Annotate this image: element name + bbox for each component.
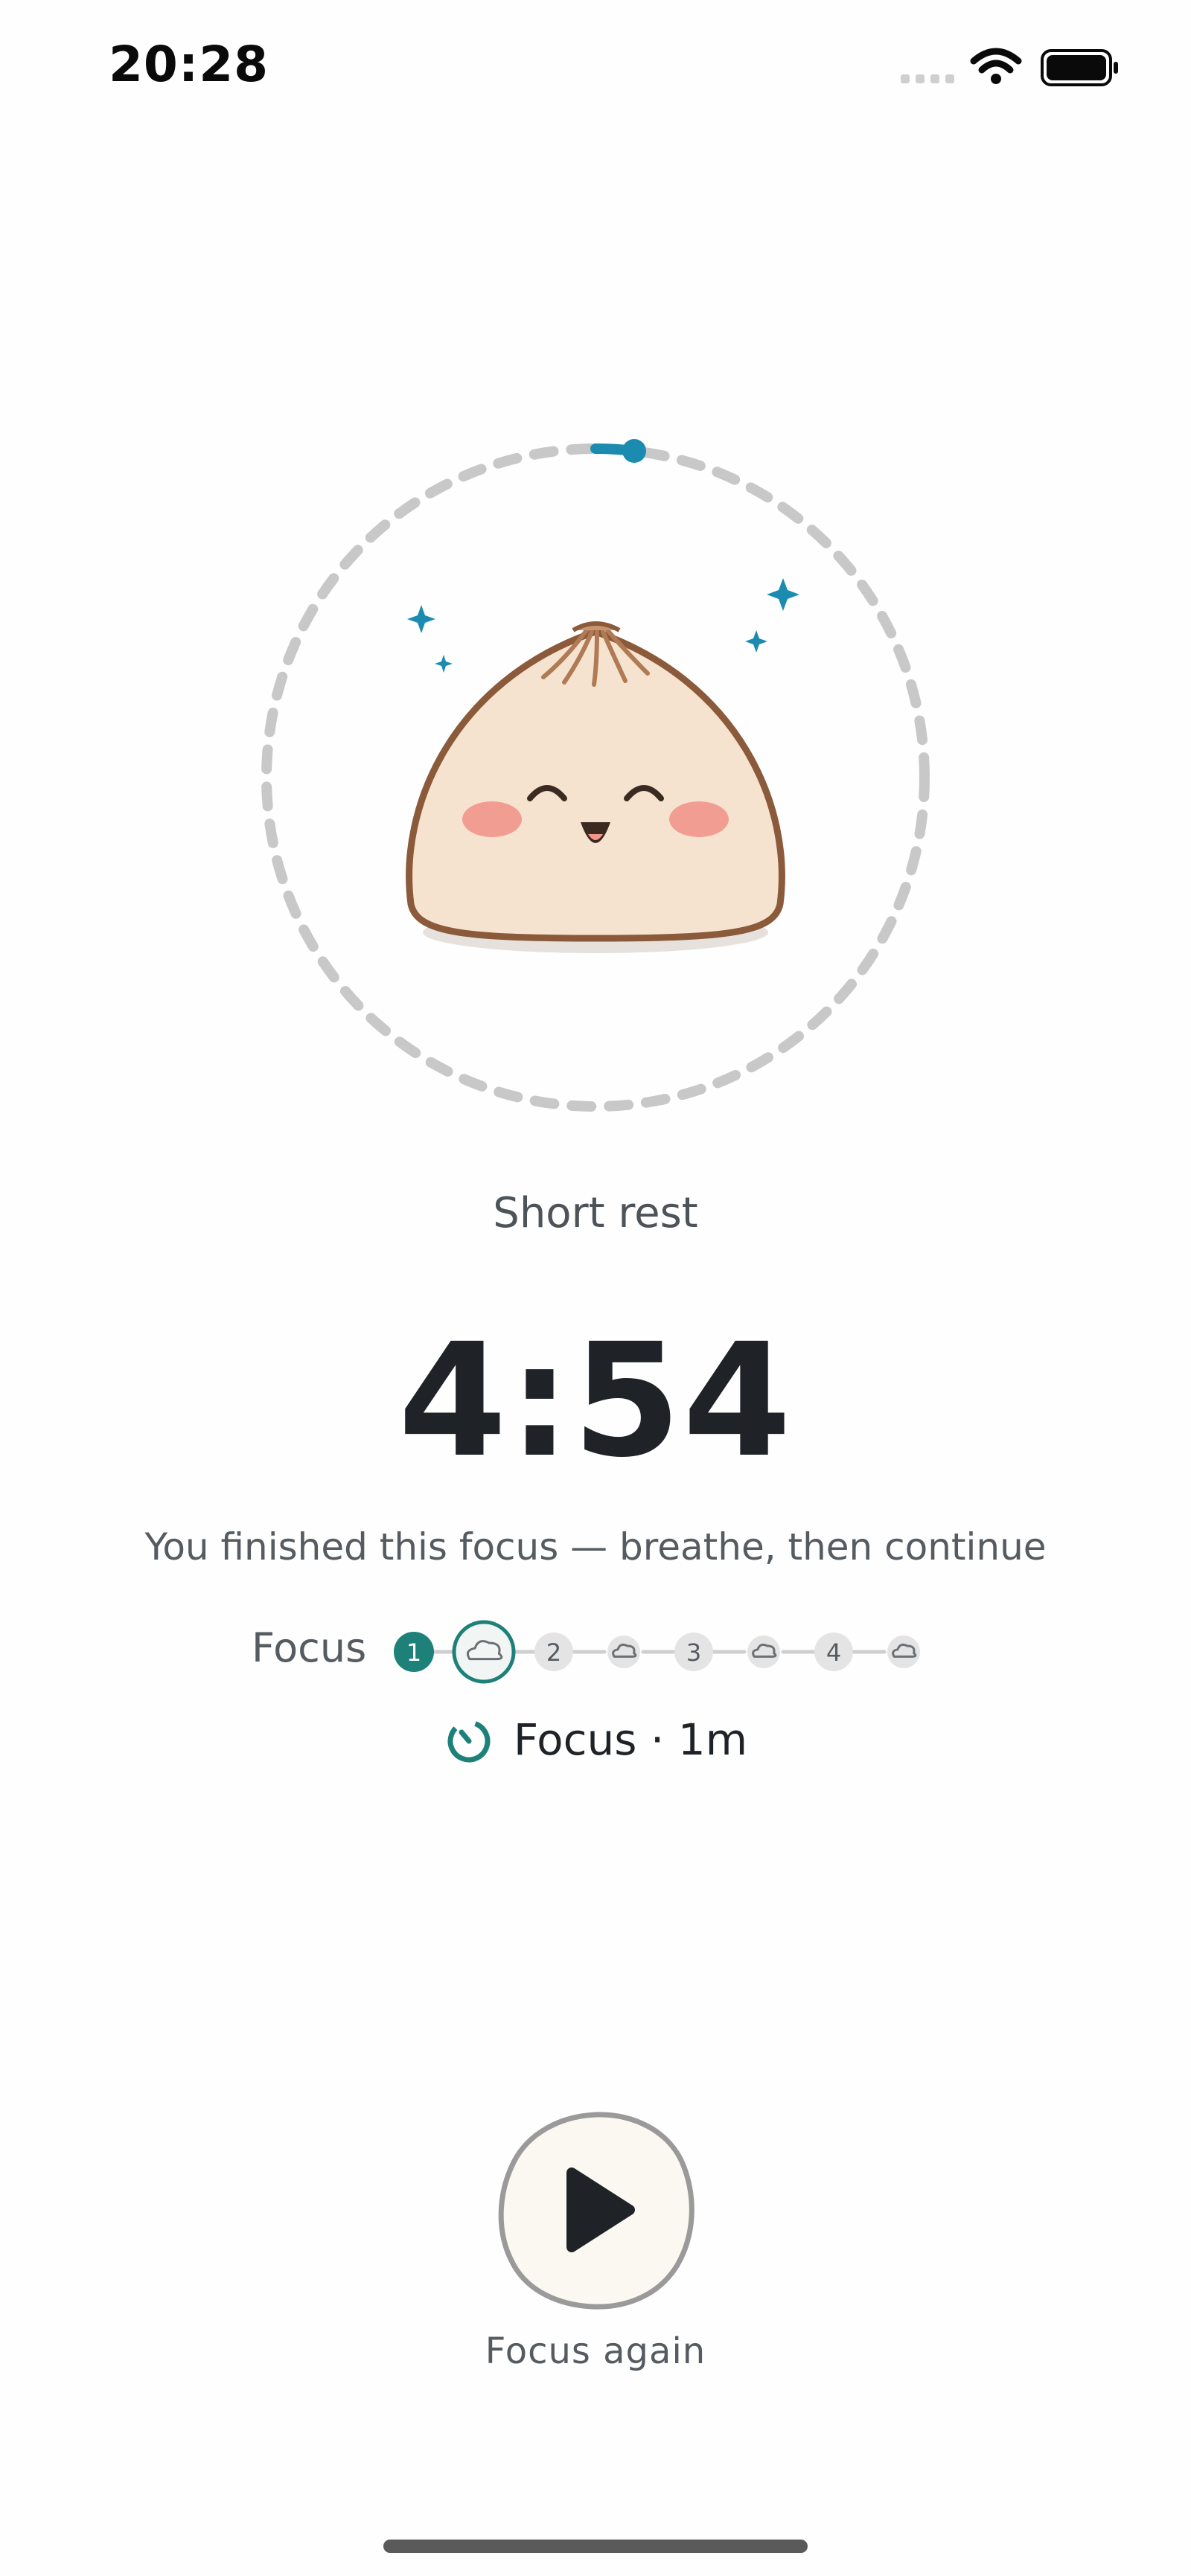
- right-cheek: [669, 801, 729, 837]
- focus-again-button[interactable]: [491, 2106, 700, 2314]
- ring-progress-knob: [622, 439, 646, 463]
- steamed-bun-mascot: [406, 621, 785, 942]
- stepper-label: Focus: [252, 1624, 367, 1671]
- home-indicator: [383, 2540, 808, 2553]
- stepper-step-rest: [452, 1620, 516, 1684]
- status-time: 20:28: [109, 36, 269, 93]
- stepper-step-focus-2: 2: [534, 1633, 573, 1671]
- focus-again-label: Focus again: [485, 2330, 706, 2372]
- next-session-text: Focus · 1m: [513, 1714, 748, 1765]
- stepper-step-focus-3: 3: [674, 1633, 713, 1671]
- stepper-step-number: 4: [826, 1638, 841, 1667]
- stepper-step-rest: [607, 1635, 640, 1668]
- countdown-timer: 4:54: [397, 1310, 794, 1492]
- stepper-step-number: 1: [406, 1638, 421, 1667]
- session-stepper: 1 2 3 4: [394, 1620, 920, 1684]
- progress-ring: [261, 439, 930, 1112]
- status-message: You finished this focus — breathe, then …: [144, 1525, 1047, 1569]
- cellular-signal-icon: [901, 74, 954, 83]
- left-cheek: [462, 801, 522, 837]
- status-icons: [901, 48, 1118, 86]
- next-session-indicator: Focus · 1m: [0, 1710, 1191, 1769]
- stepper-step-focus-1: 1: [394, 1632, 434, 1672]
- stepper-step-rest: [887, 1635, 920, 1668]
- battery-icon: [1041, 49, 1118, 86]
- stepper-step-number: 2: [546, 1638, 561, 1667]
- timer-icon: [447, 1720, 491, 1763]
- mode-label: Short rest: [493, 1189, 698, 1237]
- stepper-step-rest: [747, 1635, 780, 1668]
- wifi-icon: [970, 48, 1022, 84]
- stepper-step-number: 3: [686, 1638, 701, 1667]
- stepper-step-focus-4: 4: [814, 1633, 853, 1671]
